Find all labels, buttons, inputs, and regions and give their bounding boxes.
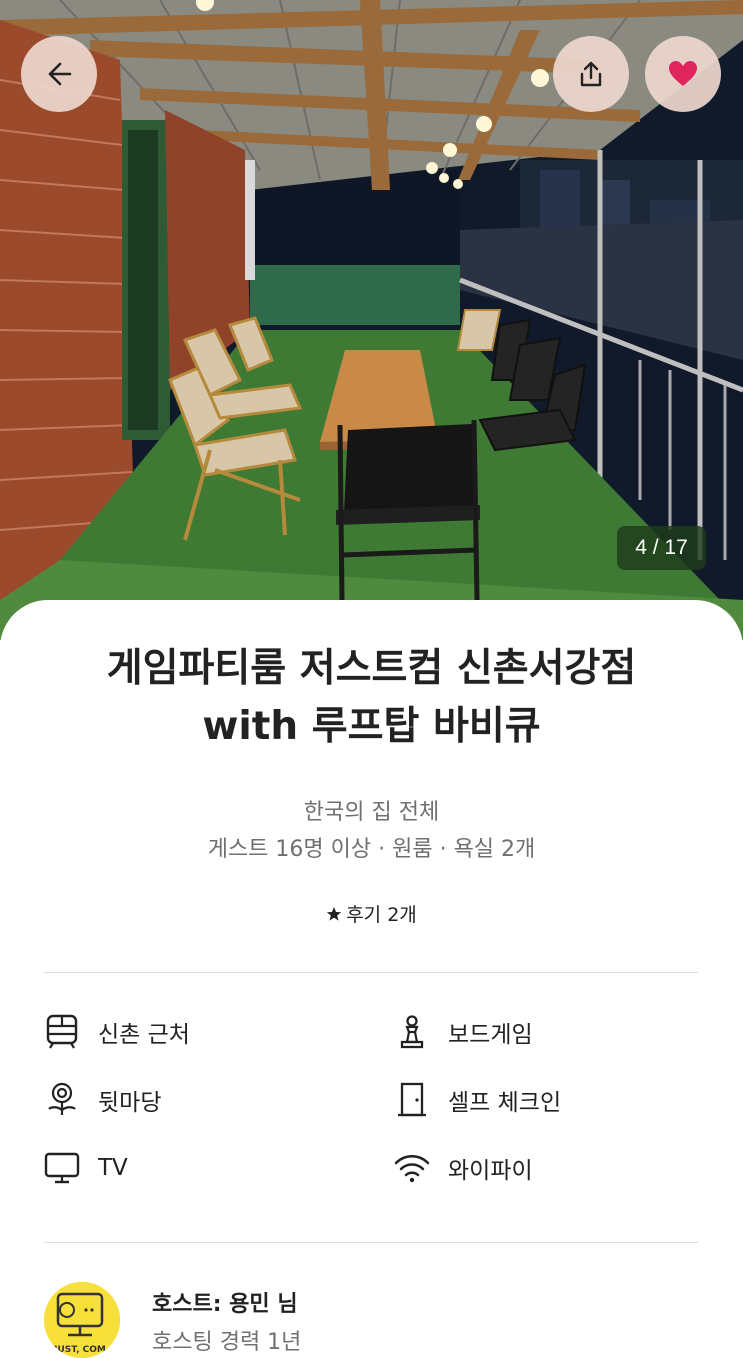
amenity-label: 셀프 체크인	[448, 1090, 562, 1116]
amenity-item-board-games: 보드게임	[394, 1012, 533, 1052]
share-button[interactable]	[553, 36, 629, 112]
subway-icon	[44, 1014, 80, 1050]
listing-title-line1: 게임파티룸 저스트컴 신촌서강점	[106, 646, 637, 691]
heart-icon	[669, 61, 697, 86]
amenity-label: 와이파이	[448, 1158, 533, 1184]
arrow-left-icon	[48, 62, 72, 86]
listing-details-sheet: 게임파티룸 저스트컴 신촌서강점 with 루프탑 바비큐 한국의 집 전체 게…	[0, 600, 743, 1358]
amenity-item-wifi: 와이파이	[394, 1148, 533, 1188]
amenity-item-self-checkin: 셀프 체크인	[394, 1080, 561, 1120]
host-logo: JUST, COM	[44, 1282, 120, 1358]
divider	[44, 1242, 698, 1243]
like-button[interactable]	[645, 36, 721, 112]
photo-counter: 4 / 17	[617, 526, 706, 570]
share-icon	[580, 61, 602, 87]
amenity-item-tv: TV	[44, 1148, 128, 1188]
listing-title-line2: with 루프탑 바비큐	[202, 704, 541, 749]
amenity-label: TV	[98, 1155, 128, 1181]
host-avatar[interactable]: JUST, COM	[44, 1282, 120, 1358]
amenity-item-near-sinchon: 신촌 근처	[44, 1012, 190, 1052]
tv-icon	[44, 1150, 80, 1186]
amenities-list: 신촌 근처 보드게임 뒷마당 셀프 체크인 TV 와이파이	[0, 1012, 743, 1232]
listing-capacity-details: 게스트 16명 이상 · 원룸 · 욕실 2개	[207, 837, 536, 862]
chess-pawn-icon	[394, 1014, 430, 1050]
wifi-icon	[394, 1150, 430, 1186]
listing-title: 게임파티룸 저스트컴 신촌서강점 with 루프탑 바비큐	[30, 640, 713, 756]
host-name: 호스트: 용민 님	[152, 1292, 298, 1317]
reviews-link[interactable]: 후기 2개	[0, 900, 743, 927]
amenity-label: 뒷마당	[98, 1090, 162, 1116]
backyard-flower-icon	[44, 1082, 80, 1118]
star-icon	[327, 906, 342, 921]
listing-photo[interactable]: 4 / 17	[0, 0, 743, 640]
door-icon	[394, 1082, 430, 1118]
back-button[interactable]	[21, 36, 97, 112]
listing-type: 한국의 집 전체	[303, 800, 440, 825]
amenity-label: 신촌 근처	[98, 1022, 190, 1048]
reviews-count: 후기 2개	[346, 904, 417, 926]
amenity-label: 보드게임	[448, 1022, 533, 1048]
divider	[44, 972, 698, 973]
host-section[interactable]: JUST, COM 호스트: 용민 님 호스팅 경력 1년	[44, 1282, 698, 1358]
host-experience: 호스팅 경력 1년	[152, 1330, 302, 1355]
amenity-item-backyard: 뒷마당	[44, 1080, 161, 1120]
svg-text:JUST, COM: JUST, COM	[53, 1345, 106, 1355]
